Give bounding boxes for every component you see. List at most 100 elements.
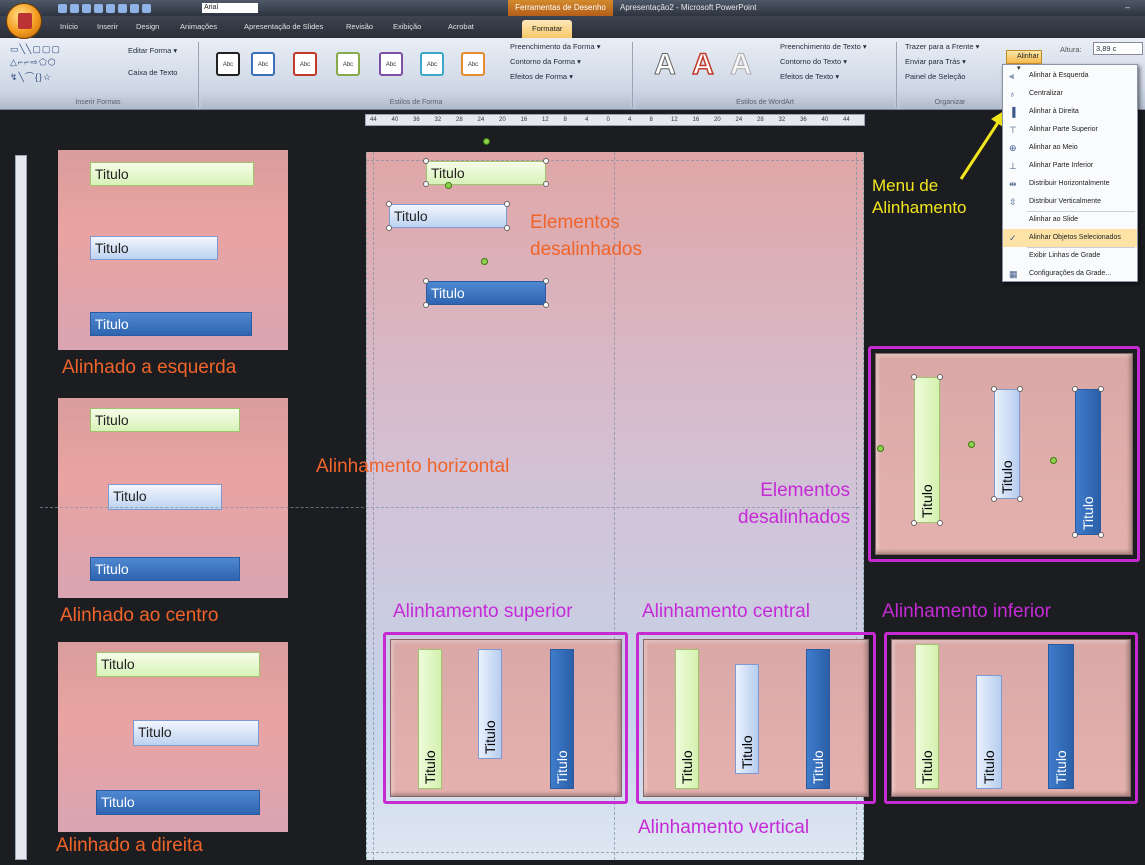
bring-to-front-button[interactable]: Trazer para a Frente ▾ xyxy=(905,42,979,51)
titulo-box-green[interactable]: Titulo xyxy=(90,162,254,186)
titulo-bar-dark[interactable]: Titulo xyxy=(806,649,830,789)
titulo-bar-dark-selected[interactable]: Titulo xyxy=(1075,389,1101,535)
titulo-bar-light[interactable]: Titulo xyxy=(735,664,759,774)
shape-style-swatch[interactable]: Abc xyxy=(251,52,275,76)
tab-revisao[interactable]: Revisão xyxy=(346,16,373,38)
menu-item-alinhar-a-esquerda[interactable]: ⫷ Alinhar à Esquerda xyxy=(1003,67,1137,85)
titulo-bar-green[interactable]: Titulo xyxy=(915,644,939,789)
resize-handle[interactable] xyxy=(1098,386,1104,392)
tab-formatar[interactable]: Formatar xyxy=(522,20,573,38)
shapes-gallery-icon[interactable]: △⌐⌐⇨⬠⬡ xyxy=(10,57,57,68)
tab-exibicao[interactable]: Exibição xyxy=(393,16,421,38)
open-icon[interactable] xyxy=(118,3,127,13)
titulo-box-dark[interactable]: Titulo xyxy=(90,312,252,336)
rotate-handle[interactable] xyxy=(483,138,490,145)
resize-handle[interactable] xyxy=(504,225,510,231)
wordart-style-light[interactable]: A xyxy=(726,48,756,82)
resize-handle[interactable] xyxy=(991,496,997,502)
text-box-button[interactable]: Caixa de Texto xyxy=(128,68,177,77)
titulo-box-light[interactable]: Titulo xyxy=(133,720,259,746)
resize-handle[interactable] xyxy=(543,158,549,164)
menu-item-alinhar-ao-meio[interactable]: ⊕ Alinhar ao Meio xyxy=(1003,139,1137,157)
resize-handle[interactable] xyxy=(991,386,997,392)
shape-fill-button[interactable]: Preenchimento da Forma ▾ xyxy=(510,42,600,51)
titulo-box-dark[interactable]: Titulo xyxy=(96,790,260,815)
titulo-bar-light[interactable]: Titulo xyxy=(478,649,502,759)
titulo-bar-dark[interactable]: Titulo xyxy=(550,649,574,789)
redo-icon[interactable] xyxy=(82,3,91,13)
menu-item-configuracoes-da-grade[interactable]: ▦ Configurações da Grade... xyxy=(1003,265,1137,283)
titulo-bar-light-selected[interactable]: Titulo xyxy=(994,389,1020,499)
titulo-box-green-selected[interactable]: Titulo xyxy=(426,161,546,185)
resize-handle[interactable] xyxy=(937,374,943,380)
resize-handle[interactable] xyxy=(543,302,549,308)
titulo-box-light-selected[interactable]: Titulo xyxy=(389,204,507,228)
titulo-bar-dark[interactable]: Titulo xyxy=(1048,644,1074,789)
menu-item-alinhar-objetos-selecionados[interactable]: ✓ Alinhar Objetos Selecionados xyxy=(1003,229,1137,247)
menu-item-alinhar-a-direita[interactable]: ▐ Alinhar à Direita xyxy=(1003,103,1137,121)
resize-handle[interactable] xyxy=(504,201,510,207)
resize-handle[interactable] xyxy=(1072,386,1078,392)
format-painter-icon[interactable] xyxy=(106,3,115,13)
titulo-bar-green[interactable]: Titulo xyxy=(418,649,442,789)
rotate-handle[interactable] xyxy=(445,182,452,189)
align-dropdown-button[interactable]: Alinhar ▾ xyxy=(1006,50,1042,72)
send-to-back-button[interactable]: Enviar para Trás ▾ xyxy=(905,57,966,66)
resize-handle[interactable] xyxy=(937,520,943,526)
tab-design[interactable]: Design xyxy=(136,16,159,38)
shape-style-swatch[interactable]: Abc xyxy=(216,52,240,76)
menu-item-exibir-linhas-de-grade[interactable]: Exibir Linhas de Grade xyxy=(1003,247,1137,265)
shape-style-swatch[interactable]: Abc xyxy=(379,52,403,76)
height-input[interactable]: 3,89 c xyxy=(1093,42,1143,55)
tab-animacoes[interactable]: Animações xyxy=(180,16,217,38)
shapes-gallery-icon[interactable]: ▭╲╲▢▢▢ xyxy=(10,44,61,55)
resize-handle[interactable] xyxy=(1072,532,1078,538)
wordart-style-plain[interactable]: A xyxy=(650,48,680,82)
titulo-bar-green-selected[interactable]: Titulo xyxy=(914,377,940,523)
resize-handle[interactable] xyxy=(423,278,429,284)
shape-style-swatch[interactable]: Abc xyxy=(461,52,485,76)
tab-apresentacao[interactable]: Apresentação de Slides xyxy=(244,16,323,38)
text-effects-button[interactable]: Efeitos de Texto ▾ xyxy=(780,72,839,81)
resize-handle[interactable] xyxy=(543,278,549,284)
menu-item-alinhar-parte-superior[interactable]: ⊤ Alinhar Parte Superior xyxy=(1003,121,1137,139)
undo-icon[interactable] xyxy=(70,3,79,13)
save-icon[interactable] xyxy=(58,3,67,13)
text-fill-button[interactable]: Preenchimento de Texto ▾ xyxy=(780,42,867,51)
resize-handle[interactable] xyxy=(386,201,392,207)
resize-handle[interactable] xyxy=(911,520,917,526)
menu-item-centralizar[interactable]: ♁ Centralizar xyxy=(1003,85,1137,103)
rotate-handle[interactable] xyxy=(481,258,488,265)
rotate-handle[interactable] xyxy=(1050,457,1057,464)
new-slide-icon[interactable] xyxy=(94,3,103,13)
resize-handle[interactable] xyxy=(543,181,549,187)
resize-handle[interactable] xyxy=(1098,532,1104,538)
resize-handle[interactable] xyxy=(911,374,917,380)
titulo-box-green[interactable]: Titulo xyxy=(96,652,260,677)
titulo-bar-green[interactable]: Titulo xyxy=(675,649,699,789)
rotate-handle[interactable] xyxy=(877,445,884,452)
minimize-ribbon-button[interactable]: – xyxy=(1125,2,1130,12)
shape-style-swatch[interactable]: Abc xyxy=(420,52,444,76)
titulo-box-light[interactable]: Titulo xyxy=(90,236,218,260)
shape-style-swatch[interactable]: Abc xyxy=(336,52,360,76)
resize-handle[interactable] xyxy=(386,225,392,231)
menu-item-distribuir-verticalmente[interactable]: ⇳ Distribuir Verticalmente xyxy=(1003,193,1137,211)
titulo-box-dark-selected[interactable]: Titulo xyxy=(426,281,546,305)
office-button[interactable] xyxy=(6,3,42,39)
resize-handle[interactable] xyxy=(1017,496,1023,502)
draw-table-icon[interactable] xyxy=(142,3,151,13)
tab-inicio[interactable]: Início xyxy=(60,16,78,38)
print-icon[interactable] xyxy=(130,3,139,13)
resize-handle[interactable] xyxy=(423,302,429,308)
selection-pane-button[interactable]: Painel de Seleção xyxy=(905,72,965,81)
shapes-gallery-icon[interactable]: ↯╲⌒{}☆ xyxy=(10,70,52,83)
text-outline-button[interactable]: Contorno do Texto ▾ xyxy=(780,57,847,66)
tab-inserir[interactable]: Inserir xyxy=(97,16,118,38)
rotate-handle[interactable] xyxy=(968,441,975,448)
menu-item-alinhar-parte-inferior[interactable]: ⊥ Alinhar Parte Inferior xyxy=(1003,157,1137,175)
resize-handle[interactable] xyxy=(1017,386,1023,392)
resize-handle[interactable] xyxy=(423,158,429,164)
titulo-box-green[interactable]: Titulo xyxy=(90,408,240,432)
font-name-box[interactable]: Arial xyxy=(202,3,258,13)
